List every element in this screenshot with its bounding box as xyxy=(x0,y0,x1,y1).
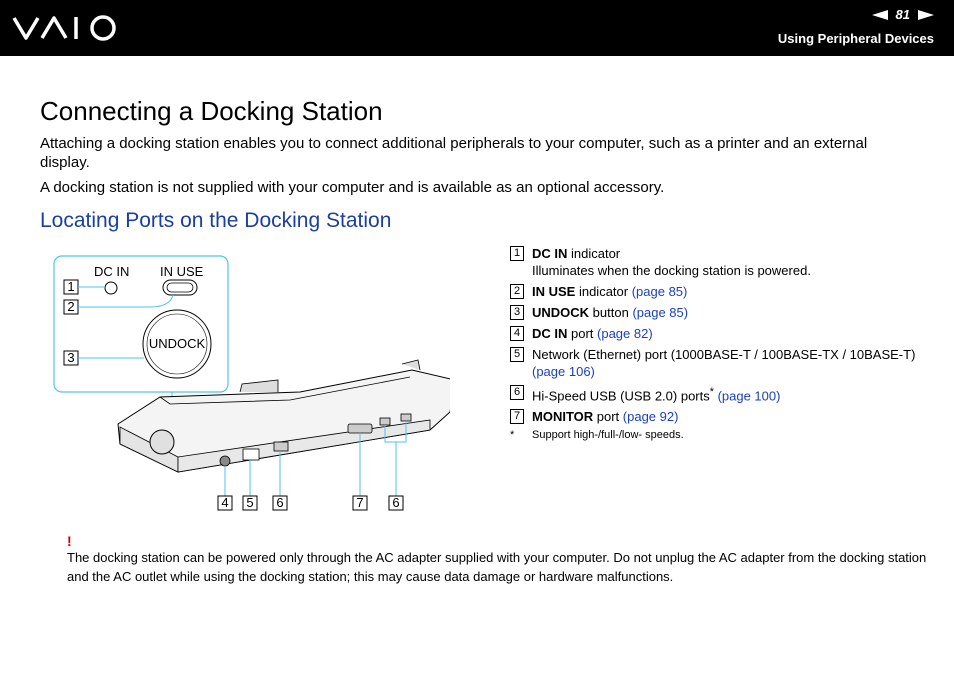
legend-num: 4 xyxy=(510,326,524,341)
footnote: * Support high-/full-/low- speeds. xyxy=(510,429,930,441)
next-page-icon[interactable] xyxy=(918,9,934,20)
legend-text: indicator xyxy=(575,284,632,299)
legend-num: 3 xyxy=(510,305,524,320)
legend-term: DC IN xyxy=(532,246,568,261)
footnote-text: Support high-/full-/low- speeds. xyxy=(532,429,684,442)
dc-in-label: DC IN xyxy=(94,264,129,279)
page-link[interactable]: (page 92) xyxy=(623,409,679,424)
caution-note: ! The docking station can be powered onl… xyxy=(67,534,927,586)
legend-text: port xyxy=(567,326,598,341)
vaio-logo xyxy=(12,15,116,41)
page-link[interactable]: (page 100) xyxy=(714,388,781,403)
intro-paragraph-2: A docking station is not supplied with y… xyxy=(40,179,665,196)
legend-text: button xyxy=(589,305,633,320)
callout-2: 2 xyxy=(67,299,74,314)
callout-3: 3 xyxy=(67,350,74,365)
caution-icon: ! xyxy=(67,533,72,549)
page-link[interactable]: (page 85) xyxy=(632,305,688,320)
legend-num: 2 xyxy=(510,284,524,299)
docking-station-illustration: DC IN IN USE UNDOCK 1 2 3 4 5 6 7 6 xyxy=(53,255,450,511)
callout-4: 4 xyxy=(221,495,228,510)
port-legend: 1 DC IN indicator Illuminates when the d… xyxy=(510,245,930,441)
subsection-title: Locating Ports on the Docking Station xyxy=(40,209,392,232)
previous-page-icon[interactable] xyxy=(871,9,888,20)
legend-num: 1 xyxy=(510,246,524,261)
legend-item-4: 4 DC IN port (page 82) xyxy=(510,325,930,342)
footnote-mark: * xyxy=(510,429,515,442)
monitor-port-icon xyxy=(347,423,373,434)
page-link[interactable]: (page 82) xyxy=(597,326,653,341)
callout-1: 1 xyxy=(67,279,74,294)
header-bar: 81 Using Peripheral Devices xyxy=(0,0,954,56)
page-number: 81 xyxy=(895,7,910,22)
section-title: Using Peripheral Devices xyxy=(777,31,934,46)
legend-item-3: 3 UNDOCK button (page 85) xyxy=(510,304,930,321)
legend-text: indicator xyxy=(567,246,621,261)
legend-item-6: 6 Hi-Speed USB (USB 2.0) ports* (page 10… xyxy=(510,384,930,404)
legend-item-1: 1 DC IN indicator Illuminates when the d… xyxy=(510,245,930,279)
legend-term: UNDOCK xyxy=(532,305,590,320)
callout-7: 7 xyxy=(356,495,363,510)
legend-term: DC IN xyxy=(532,326,568,341)
ethernet-port-icon xyxy=(242,448,260,461)
legend-text: Network (Ethernet) port (1000BASE-T / 10… xyxy=(532,347,916,362)
callout-6: 6 xyxy=(276,495,283,510)
intro-paragraph-1: Attaching a docking station enables you … xyxy=(40,135,868,171)
undock-label: UNDOCK xyxy=(149,336,206,351)
legend-num: 5 xyxy=(510,347,524,362)
legend-term: IN USE xyxy=(532,284,576,299)
dc-in-port-icon xyxy=(219,455,231,467)
legend-item-7: 7 MONITOR port (page 92) xyxy=(510,408,930,425)
in-use-label: IN USE xyxy=(160,264,204,279)
page-link[interactable]: (page 85) xyxy=(632,284,688,299)
caution-text: The docking station can be powered only … xyxy=(67,550,927,584)
page-navigation: 81 xyxy=(871,7,934,22)
page-title: Connecting a Docking Station xyxy=(40,96,383,126)
legend-term: MONITOR xyxy=(532,409,594,425)
legend-subtext: Illuminates when the docking station is … xyxy=(532,263,811,278)
callout-5: 5 xyxy=(246,495,253,510)
dc-in-indicator-icon xyxy=(104,281,118,295)
legend-item-5: 5 Network (Ethernet) port (1000BASE-T / … xyxy=(510,346,930,380)
callout-6b: 6 xyxy=(392,495,399,510)
page-link[interactable]: (page 106) xyxy=(532,364,595,379)
legend-item-2: 2 IN USE indicator (page 85) xyxy=(510,283,930,300)
legend-num: 6 xyxy=(510,385,524,400)
legend-num: 7 xyxy=(510,409,524,425)
legend-text: port xyxy=(593,409,623,425)
in-use-indicator-icon xyxy=(162,279,198,296)
usb-port-icon xyxy=(273,441,289,452)
legend-text: Hi-Speed USB (USB 2.0) ports xyxy=(532,388,710,404)
